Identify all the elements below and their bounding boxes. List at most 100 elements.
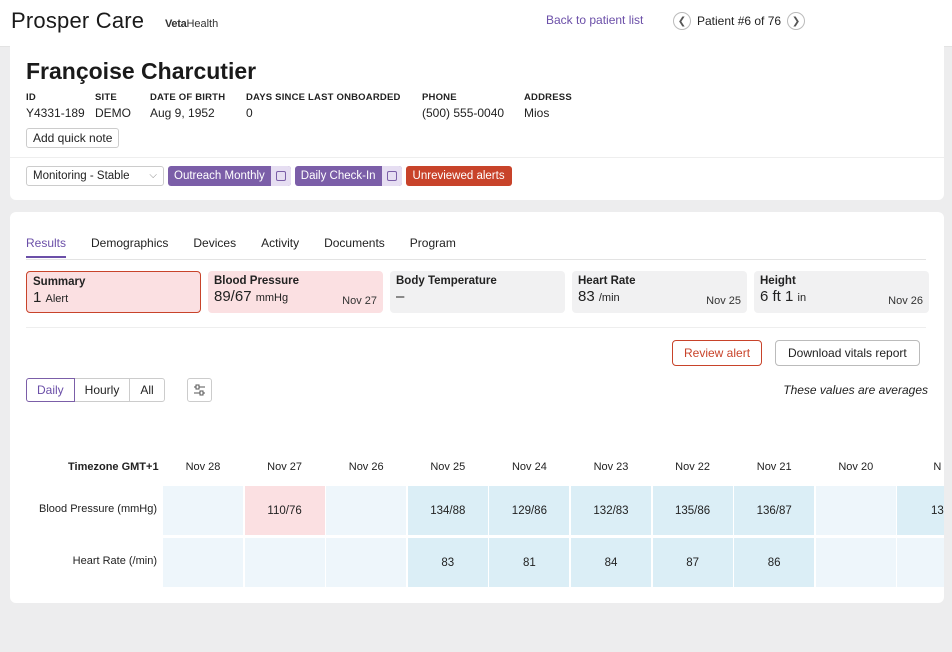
tab-activity[interactable]: Activity xyxy=(261,236,299,258)
field-label: ADDRESS xyxy=(524,92,572,103)
table-cell xyxy=(326,538,407,587)
value-unit: mmHg xyxy=(255,292,289,304)
field-value: 0 xyxy=(246,106,253,120)
value-unit: /min xyxy=(598,292,620,304)
review-alert-button[interactable]: Review alert xyxy=(672,340,763,366)
table-cell: 87 xyxy=(652,538,733,587)
date-column-header: Nov 21 xyxy=(756,461,792,473)
timezone-label: Timezone GMT+1 xyxy=(68,461,159,473)
vital-card-title: Height xyxy=(760,275,796,287)
range-option-daily[interactable]: Daily xyxy=(26,378,75,402)
table-cell: 86 xyxy=(734,538,815,587)
row-label: Blood Pressure (mmHg) xyxy=(39,503,157,515)
top-bar: Prosper Care VetaHealth Back to patient … xyxy=(0,0,952,47)
outreach-checkbox[interactable] xyxy=(270,166,291,186)
patient-fields: ID Y4331-189 SITE DEMO DATE OF BIRTH Aug… xyxy=(26,92,604,120)
value-number: – xyxy=(396,288,405,305)
vital-card-summary[interactable]: Summary 1 Alert xyxy=(26,271,201,313)
vital-card-title: Summary xyxy=(33,276,86,288)
table-cell xyxy=(163,486,243,535)
table-cell: 136/87 xyxy=(734,486,815,535)
date-column-header: Nov 20 xyxy=(838,461,874,473)
table-cell xyxy=(326,486,407,535)
filter-button[interactable] xyxy=(187,378,212,402)
date-column-header: Nov 23 xyxy=(593,461,629,473)
brand-sub-logo: VetaHealth xyxy=(165,18,218,30)
field-site: SITE DEMO xyxy=(95,92,150,120)
table-cell: 129/86 xyxy=(489,486,570,535)
table-cell: 83 xyxy=(407,538,488,587)
next-patient-button[interactable]: ❯ xyxy=(787,12,806,30)
date-column-header: Nov 25 xyxy=(430,461,466,473)
table-cell xyxy=(163,538,243,587)
field-value: DEMO xyxy=(95,106,131,120)
results-card: Results Demographics Devices Activity Do… xyxy=(10,212,944,603)
range-option-hourly[interactable]: Hourly xyxy=(73,378,131,402)
vital-card-body-temperature[interactable]: Body Temperature – xyxy=(390,271,565,313)
field-value: Aug 9, 1952 xyxy=(150,106,215,120)
date-column-header: N xyxy=(933,461,942,473)
tab-program[interactable]: Program xyxy=(410,236,456,258)
averages-note: These values are averages xyxy=(783,383,928,397)
divider xyxy=(10,157,944,158)
checkbox-icon xyxy=(275,171,286,181)
value-unit: Alert xyxy=(45,293,69,305)
field-value: Mios xyxy=(524,106,550,120)
back-to-patient-list-link[interactable]: Back to patient list xyxy=(546,13,643,27)
value-number: 1 xyxy=(33,289,42,306)
status-select-value: Monitoring - Stable xyxy=(33,170,130,182)
vital-card-value: 1 Alert xyxy=(33,289,194,306)
check-in-checkbox[interactable] xyxy=(381,166,402,186)
range-option-all[interactable]: All xyxy=(129,378,165,402)
field-label: DATE OF BIRTH xyxy=(150,92,226,103)
vital-card-heart-rate[interactable]: Heart Rate 83 /min Nov 25 xyxy=(572,271,747,313)
brand-logo[interactable]: Prosper Care xyxy=(11,8,144,34)
field-address: ADDRESS Mios xyxy=(524,92,604,120)
table-cell: 13 xyxy=(897,486,944,535)
field-label: DAYS SINCE LAST ONBOARDED xyxy=(246,92,401,103)
range-toggle: Daily Hourly All xyxy=(26,378,165,402)
date-column-header: Nov 24 xyxy=(511,461,547,473)
prev-patient-button[interactable]: ❮ xyxy=(673,12,691,30)
tab-results[interactable]: Results xyxy=(26,236,67,258)
vital-card-title: Body Temperature xyxy=(396,275,497,287)
vital-card-date: Nov 26 xyxy=(888,295,923,307)
tab-demographics[interactable]: Demographics xyxy=(91,236,168,258)
tag-label: Daily Check-In xyxy=(300,170,376,182)
download-vitals-report-button[interactable]: Download vitals report xyxy=(775,340,920,366)
checkbox-icon xyxy=(386,171,397,181)
outreach-monthly-tag[interactable]: Outreach Monthly xyxy=(168,166,291,186)
vital-card-height[interactable]: Height 6 ft 1 in Nov 26 xyxy=(754,271,929,313)
date-column-header: Nov 22 xyxy=(675,461,711,473)
field-value: Y4331-189 xyxy=(26,106,85,120)
field-dob: DATE OF BIRTH Aug 9, 1952 xyxy=(150,92,246,120)
table-cell: 84 xyxy=(571,538,651,587)
vital-card-value: – xyxy=(396,288,559,305)
vital-card-date: Nov 27 xyxy=(342,295,377,307)
status-select[interactable]: Monitoring - Stable ⌵ xyxy=(26,166,164,186)
brand-sub-bold: Veta xyxy=(165,18,187,30)
vital-card-blood-pressure[interactable]: Blood Pressure 89/67 mmHg Nov 27 xyxy=(208,271,383,313)
table-cell: 132/83 xyxy=(571,486,651,535)
field-label: PHONE xyxy=(422,92,457,103)
table-cell xyxy=(815,486,896,535)
tab-devices[interactable]: Devices xyxy=(193,236,236,258)
date-column-header: Nov 27 xyxy=(267,461,303,473)
value-number: 83 xyxy=(578,288,595,305)
sliders-icon xyxy=(194,384,205,396)
tag-label: Outreach Monthly xyxy=(174,170,265,182)
field-id: ID Y4331-189 xyxy=(26,92,95,120)
field-days-since-onboarded: DAYS SINCE LAST ONBOARDED 0 xyxy=(246,92,422,120)
table-cell: 135/86 xyxy=(652,486,733,535)
patient-pager: ❮ Patient #6 of 76 ❯ xyxy=(673,11,806,31)
tab-documents[interactable]: Documents xyxy=(324,236,385,258)
unreviewed-alerts-tag[interactable]: Unreviewed alerts xyxy=(405,166,512,186)
brand-name: Prosper Care xyxy=(11,8,145,33)
add-quick-note-button[interactable]: Add quick note xyxy=(26,128,120,148)
table-cell: 81 xyxy=(489,538,570,587)
daily-check-in-tag[interactable]: Daily Check-In xyxy=(294,166,402,186)
vital-card-title: Blood Pressure xyxy=(214,275,299,287)
patient-header-card: Françoise Charcutier ID Y4331-189 SITE D… xyxy=(10,46,944,200)
divider xyxy=(26,327,926,328)
chevron-left-icon: ❮ xyxy=(677,15,687,27)
